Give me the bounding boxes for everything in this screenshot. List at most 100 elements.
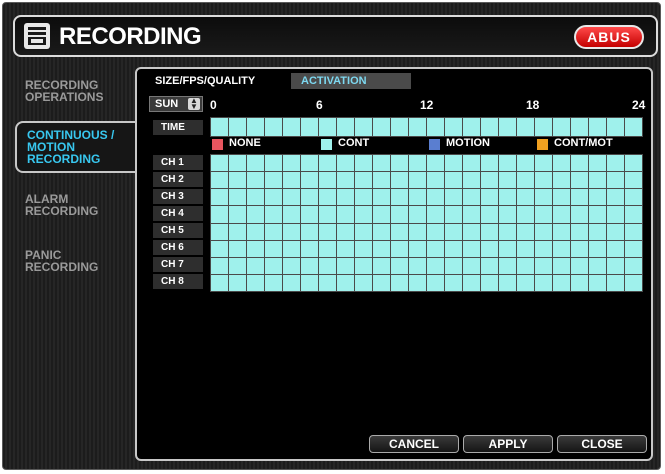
schedule-cell[interactable] xyxy=(535,172,552,189)
schedule-cell[interactable] xyxy=(589,257,606,274)
schedule-cell[interactable] xyxy=(553,155,570,172)
schedule-cell[interactable] xyxy=(481,189,498,206)
schedule-cell[interactable] xyxy=(391,206,408,223)
schedule-cell[interactable] xyxy=(427,240,444,257)
schedule-cell[interactable] xyxy=(625,172,642,189)
schedule-cell[interactable] xyxy=(355,223,372,240)
schedule-cell[interactable] xyxy=(589,172,606,189)
schedule-cell[interactable] xyxy=(463,189,480,206)
schedule-cell[interactable] xyxy=(571,172,588,189)
schedule-cell[interactable] xyxy=(247,274,264,291)
schedule-cell[interactable] xyxy=(463,223,480,240)
schedule-cell[interactable] xyxy=(625,223,642,240)
time-slot-cell[interactable] xyxy=(535,118,552,136)
schedule-cell[interactable] xyxy=(427,223,444,240)
schedule-cell[interactable] xyxy=(481,206,498,223)
schedule-cell[interactable] xyxy=(499,240,516,257)
schedule-cell[interactable] xyxy=(283,206,300,223)
time-slot-cell[interactable] xyxy=(391,118,408,136)
schedule-cell[interactable] xyxy=(319,155,336,172)
schedule-cell[interactable] xyxy=(229,257,246,274)
schedule-cell[interactable] xyxy=(373,257,390,274)
schedule-cell[interactable] xyxy=(391,189,408,206)
schedule-cell[interactable] xyxy=(607,223,624,240)
schedule-cell[interactable] xyxy=(553,223,570,240)
schedule-cell[interactable] xyxy=(391,274,408,291)
sidebar-item-panic-recording[interactable]: PANIC RECORDING xyxy=(15,249,133,273)
schedule-cell[interactable] xyxy=(247,240,264,257)
cancel-button[interactable]: CANCEL xyxy=(369,435,459,453)
schedule-cell[interactable] xyxy=(463,240,480,257)
schedule-cell[interactable] xyxy=(427,257,444,274)
schedule-cell[interactable] xyxy=(517,189,534,206)
schedule-cell[interactable] xyxy=(517,206,534,223)
schedule-cell[interactable] xyxy=(409,257,426,274)
schedule-cell[interactable] xyxy=(589,189,606,206)
schedule-cell[interactable] xyxy=(553,274,570,291)
time-slot-cell[interactable] xyxy=(373,118,390,136)
close-button[interactable]: CLOSE xyxy=(557,435,647,453)
schedule-cell[interactable] xyxy=(445,155,462,172)
schedule-cell[interactable] xyxy=(211,155,228,172)
schedule-cell[interactable] xyxy=(535,257,552,274)
schedule-cell[interactable] xyxy=(499,206,516,223)
schedule-cell[interactable] xyxy=(517,274,534,291)
schedule-cell[interactable] xyxy=(517,257,534,274)
schedule-cell[interactable] xyxy=(301,223,318,240)
schedule-cell[interactable] xyxy=(283,172,300,189)
schedule-cell[interactable] xyxy=(283,257,300,274)
schedule-cell[interactable] xyxy=(409,189,426,206)
schedule-cell[interactable] xyxy=(409,223,426,240)
schedule-cell[interactable] xyxy=(427,274,444,291)
schedule-cell[interactable] xyxy=(481,274,498,291)
schedule-cell[interactable] xyxy=(265,240,282,257)
schedule-cell[interactable] xyxy=(247,155,264,172)
schedule-cell[interactable] xyxy=(445,257,462,274)
schedule-cell[interactable] xyxy=(373,240,390,257)
schedule-cell[interactable] xyxy=(355,155,372,172)
schedule-cell[interactable] xyxy=(445,206,462,223)
time-slot-cell[interactable] xyxy=(481,118,498,136)
schedule-cell[interactable] xyxy=(499,189,516,206)
schedule-cell[interactable] xyxy=(445,172,462,189)
tab-activation[interactable]: ACTIVATION xyxy=(291,73,411,89)
schedule-cell[interactable] xyxy=(481,240,498,257)
schedule-cell[interactable] xyxy=(571,274,588,291)
apply-button[interactable]: APPLY xyxy=(463,435,553,453)
schedule-cell[interactable] xyxy=(463,155,480,172)
schedule-cell[interactable] xyxy=(589,155,606,172)
schedule-cell[interactable] xyxy=(553,189,570,206)
schedule-cell[interactable] xyxy=(373,155,390,172)
schedule-cell[interactable] xyxy=(607,274,624,291)
schedule-cell[interactable] xyxy=(319,172,336,189)
sidebar-item-alarm-recording[interactable]: ALARM RECORDING xyxy=(15,193,133,217)
schedule-cell[interactable] xyxy=(319,274,336,291)
schedule-cell[interactable] xyxy=(373,274,390,291)
schedule-cell[interactable] xyxy=(607,257,624,274)
schedule-cell[interactable] xyxy=(535,240,552,257)
schedule-cell[interactable] xyxy=(265,274,282,291)
schedule-cell[interactable] xyxy=(265,189,282,206)
schedule-cell[interactable] xyxy=(427,206,444,223)
schedule-cell[interactable] xyxy=(409,274,426,291)
schedule-cell[interactable] xyxy=(463,274,480,291)
time-slot-cell[interactable] xyxy=(499,118,516,136)
schedule-cell[interactable] xyxy=(301,172,318,189)
schedule-cell[interactable] xyxy=(481,223,498,240)
schedule-cell[interactable] xyxy=(265,206,282,223)
schedule-cell[interactable] xyxy=(409,172,426,189)
schedule-cell[interactable] xyxy=(247,189,264,206)
schedule-cell[interactable] xyxy=(499,274,516,291)
schedule-cell[interactable] xyxy=(355,257,372,274)
schedule-cell[interactable] xyxy=(481,155,498,172)
schedule-cell[interactable] xyxy=(535,206,552,223)
schedule-cell[interactable] xyxy=(319,223,336,240)
schedule-cell[interactable] xyxy=(337,172,354,189)
schedule-cell[interactable] xyxy=(319,189,336,206)
schedule-cell[interactable] xyxy=(571,189,588,206)
schedule-cell[interactable] xyxy=(319,240,336,257)
schedule-cell[interactable] xyxy=(481,172,498,189)
schedule-cell[interactable] xyxy=(211,206,228,223)
sidebar-item-recording-operations[interactable]: RECORDING OPERATIONS xyxy=(15,79,133,103)
schedule-cell[interactable] xyxy=(445,223,462,240)
